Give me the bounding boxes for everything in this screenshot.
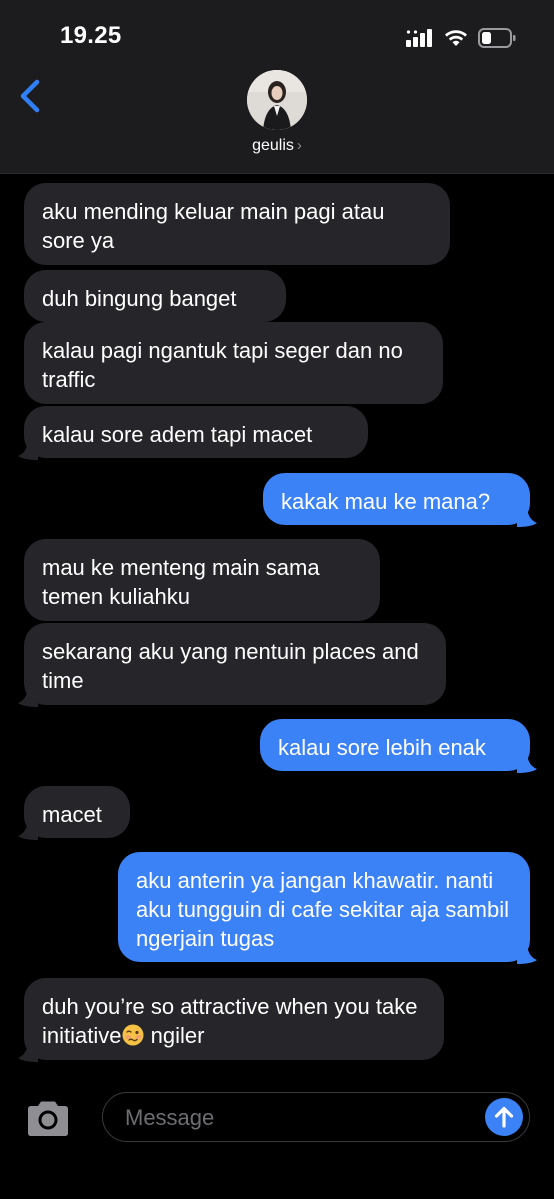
status-time: 19.25 (60, 22, 122, 49)
message-bubble-outgoing[interactable]: aku anterin ya jangan khawatir. nanti ak… (118, 852, 530, 962)
message-text-part: duh you’re so attractive when you take i… (42, 994, 418, 1048)
battery-icon (478, 28, 516, 48)
bubble-tail (18, 1040, 38, 1062)
message-text: macet (42, 802, 102, 827)
bubble-tail (517, 751, 537, 773)
chevron-right-icon: › (296, 137, 302, 154)
message-bubble-incoming[interactable]: mau ke menteng main sama temen kuliahku (24, 539, 380, 621)
message-text: kalau sore lebih enak (278, 735, 486, 760)
message-text: kakak mau ke mana? (281, 489, 491, 514)
bubble-tail (517, 505, 537, 527)
message-text: aku anterin ya jangan khawatir. nanti ak… (136, 868, 509, 951)
message-text-part: ngiler (144, 1023, 205, 1048)
message-text: kalau pagi ngantuk tapi seger dan no tra… (42, 338, 403, 392)
contact-avatar[interactable] (247, 70, 307, 130)
message-bubble-incoming[interactable]: aku mending keluar main pagi atau sore y… (24, 183, 450, 265)
message-bubble-incoming[interactable]: duh you’re so attractive when you take i… (24, 978, 444, 1060)
message-text: mau ke menteng main sama temen kuliahku (42, 555, 320, 609)
message-list[interactable]: aku mending keluar main pagi atau sore y… (0, 174, 554, 1080)
conversation-header: 19.25 geulis › (0, 0, 554, 174)
camera-icon[interactable] (24, 1100, 72, 1138)
message-bubble-incoming[interactable]: sekarang aku yang nentuin places and tim… (24, 623, 446, 705)
message-text: duh you’re so attractive when you take i… (42, 994, 417, 1048)
message-text: aku mending keluar main pagi atau sore y… (42, 199, 385, 253)
message-text: duh bingung banget (42, 286, 237, 311)
message-bubble-outgoing[interactable]: kalau sore lebih enak (260, 719, 530, 771)
message-bubble-incoming[interactable]: kalau pagi ngantuk tapi seger dan no tra… (24, 322, 443, 404)
send-button[interactable] (485, 1098, 523, 1136)
signal-icon (406, 29, 432, 47)
wifi-icon (445, 30, 467, 46)
bubble-tail (18, 818, 38, 840)
message-input-box[interactable] (102, 1092, 530, 1142)
bubble-tail (18, 438, 38, 460)
bubble-tail (517, 942, 537, 964)
message-composer (0, 1082, 554, 1199)
message-bubble-incoming[interactable]: duh bingung banget (24, 270, 286, 322)
message-input[interactable] (123, 1103, 467, 1133)
avatar-photo (247, 70, 307, 130)
bubble-tail (18, 685, 38, 707)
contact-name-label: geulis (252, 137, 294, 154)
message-text: kalau sore adem tapi macet (42, 422, 313, 447)
woozy-face-icon (122, 1024, 144, 1046)
status-icons (406, 26, 516, 50)
message-bubble-incoming[interactable]: kalau sore adem tapi macet (24, 406, 368, 458)
contact-name[interactable]: geulis › (0, 137, 554, 155)
message-text: sekarang aku yang nentuin places and tim… (42, 639, 419, 693)
arrow-up-icon (494, 1106, 514, 1128)
message-bubble-outgoing[interactable]: kakak mau ke mana? (263, 473, 530, 525)
back-button[interactable] (16, 78, 46, 114)
message-bubble-incoming[interactable]: macet (24, 786, 130, 838)
